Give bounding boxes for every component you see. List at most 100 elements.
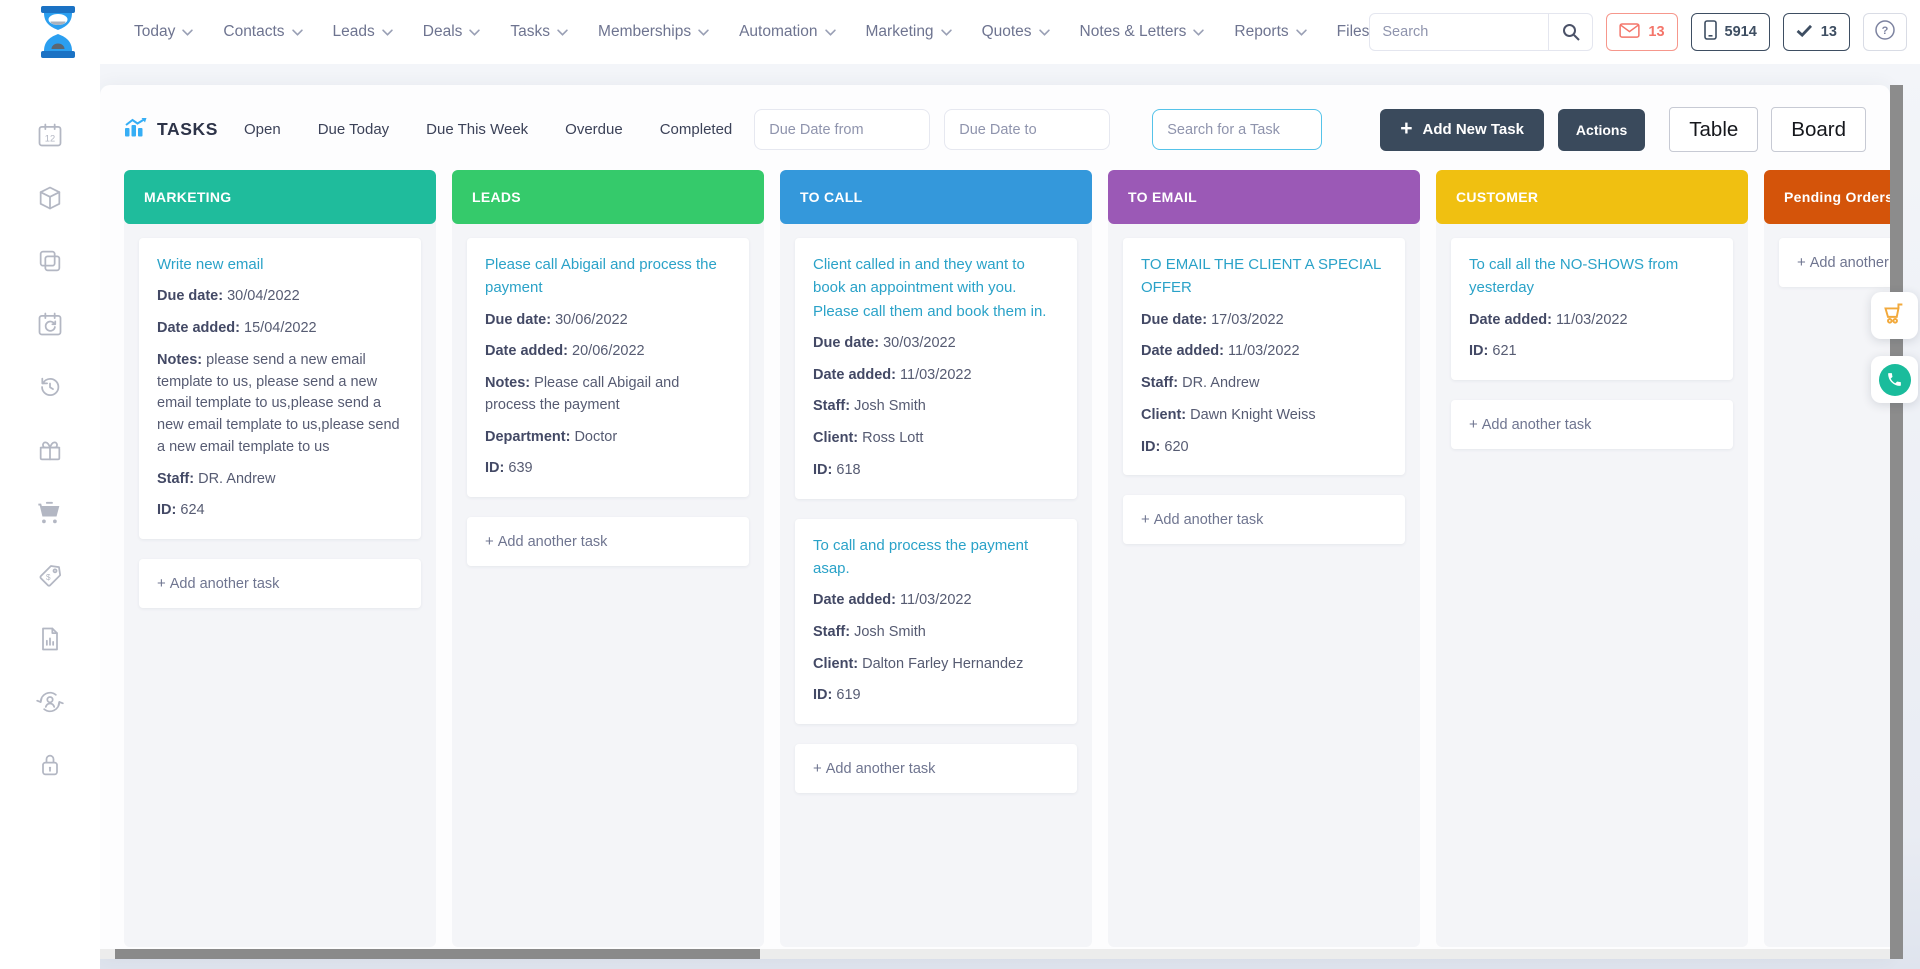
task-card[interactable]: To call and process the payment asap. Dat… [795, 519, 1077, 725]
calendar-refresh-icon[interactable] [35, 309, 65, 339]
calendar-12-icon[interactable]: 12 [35, 120, 65, 150]
task-field-notes: Notes: Please call Abigail and process t… [485, 373, 731, 417]
task-card[interactable]: Write new emailDue date: 30/04/2022Date … [139, 238, 421, 539]
board-view-button[interactable]: Board [1771, 107, 1866, 152]
nav-item-reports[interactable]: Reports [1234, 23, 1306, 41]
add-another-task-button[interactable]: +Add another task [1451, 400, 1733, 449]
task-field-date-added: Date added: 20/06/2022 [485, 341, 731, 363]
user-sync-icon[interactable] [35, 687, 65, 717]
task-title[interactable]: Please call Abigail and process the paym… [485, 253, 731, 300]
search-icon[interactable] [1548, 14, 1592, 50]
horizontal-scrollbar[interactable] [100, 949, 1890, 959]
nav-item-marketing[interactable]: Marketing [866, 23, 952, 41]
nav-item-leads[interactable]: Leads [333, 23, 393, 41]
task-card[interactable]: Please call Abigail and process the paym… [467, 238, 749, 497]
task-title[interactable]: TO EMAIL THE CLIENT A SPECIAL OFFER [1141, 253, 1387, 300]
add-another-task-button[interactable]: +Add another task [467, 517, 749, 566]
report-icon[interactable] [35, 624, 65, 654]
column-body: To call all the NO-SHOWS from yesterdayD… [1436, 224, 1748, 463]
task-field-date-added: Date added: 15/04/2022 [157, 318, 403, 340]
add-another-task-button[interactable]: +Add another task [795, 744, 1077, 793]
column-header[interactable]: Pending Orders [1764, 170, 1890, 224]
phone-icon [1879, 364, 1911, 396]
column-header[interactable]: LEADS [452, 170, 764, 224]
search-input[interactable] [1370, 24, 1548, 40]
horizontal-scrollbar-thumb[interactable] [115, 949, 760, 959]
field-value: 620 [1164, 439, 1188, 455]
history-icon[interactable] [35, 372, 65, 402]
nav-item-label: Leads [333, 23, 375, 41]
check-count: 13 [1821, 24, 1837, 40]
actions-button[interactable]: Actions [1558, 109, 1645, 151]
task-field-date-added: Date added: 11/03/2022 [813, 590, 1059, 612]
task-field-notes: Notes: please send a new email template … [157, 350, 403, 459]
field-value: 624 [180, 502, 204, 518]
package-icon[interactable] [35, 183, 65, 213]
task-title[interactable]: To call and process the payment asap. [813, 534, 1059, 581]
column-header[interactable]: TO CALL [780, 170, 1092, 224]
main-content: TASKS Open Due Today Due This Week Overdue C… [100, 64, 1920, 969]
nav-item-tasks[interactable]: Tasks [510, 23, 568, 41]
field-value: DR. Andrew [1182, 375, 1259, 391]
copy-icon[interactable] [35, 246, 65, 276]
phone-notifications-badge[interactable]: 5914 [1691, 13, 1770, 51]
filter-tab-due-today[interactable]: Due Today [318, 121, 389, 138]
check-icon [1796, 24, 1813, 41]
quick-call-button[interactable] [1871, 356, 1918, 403]
task-search-input[interactable] [1152, 109, 1322, 150]
price-tag-icon[interactable]: $ [35, 561, 65, 591]
plus-icon: + [813, 760, 822, 777]
question-icon: ? [1873, 18, 1897, 46]
field-label: Due date: [1141, 312, 1207, 328]
add-another-task-button[interactable]: +Add another task [1779, 238, 1890, 287]
add-another-task-button[interactable]: +Add another task [1123, 495, 1405, 544]
nav-item-notes-letters[interactable]: Notes & Letters [1080, 23, 1205, 41]
help-button[interactable]: ? [1863, 13, 1907, 51]
lock-icon[interactable] [35, 750, 65, 780]
field-value: 621 [1492, 343, 1516, 359]
nav-item-today[interactable]: Today [134, 23, 193, 41]
add-new-task-button[interactable]: + Add New Task [1380, 109, 1544, 151]
task-card[interactable]: To call all the NO-SHOWS from yesterdayD… [1451, 238, 1733, 380]
task-card[interactable]: Client called in and they want to book a… [795, 238, 1077, 499]
app-logo[interactable] [28, 5, 88, 59]
filter-tab-open[interactable]: Open [244, 121, 281, 138]
kanban-column-marketing: MARKETING Write new emailDue date: 30/04/… [124, 170, 436, 947]
field-label: Date added: [1141, 343, 1224, 359]
nav-item-quotes[interactable]: Quotes [982, 23, 1050, 41]
column-header[interactable]: MARKETING [124, 170, 436, 224]
vertical-scrollbar-thumb[interactable] [1890, 85, 1903, 959]
mail-count: 13 [1648, 24, 1664, 40]
mail-icon [1619, 23, 1640, 42]
filter-tab-overdue[interactable]: Overdue [565, 121, 623, 138]
chevron-down-icon [292, 29, 303, 36]
column-header[interactable]: CUSTOMER [1436, 170, 1748, 224]
quick-cart-button[interactable] [1871, 292, 1918, 339]
field-label: Staff: [157, 471, 194, 487]
task-title[interactable]: Write new email [157, 253, 403, 276]
vertical-scrollbar[interactable] [1890, 85, 1903, 959]
gift-icon[interactable] [35, 435, 65, 465]
filter-tab-due-this-week[interactable]: Due This Week [426, 121, 528, 138]
filter-tab-completed[interactable]: Completed [660, 121, 733, 138]
nav-item-deals[interactable]: Deals [423, 23, 481, 41]
add-another-task-button[interactable]: +Add another task [139, 559, 421, 608]
task-card[interactable]: TO EMAIL THE CLIENT A SPECIAL OFFER Due d… [1123, 238, 1405, 475]
due-date-to-input[interactable] [944, 109, 1110, 150]
task-field-client: Client: Dawn Knight Weiss [1141, 405, 1387, 427]
due-date-from-input[interactable] [754, 109, 930, 150]
tasks-title: TASKS [124, 117, 218, 142]
tasks-panel: TASKS Open Due Today Due This Week Overdue C… [100, 85, 1890, 959]
nav-item-contacts[interactable]: Contacts [223, 23, 302, 41]
task-title[interactable]: To call all the NO-SHOWS from yesterday [1469, 253, 1715, 300]
nav-item-automation[interactable]: Automation [739, 23, 835, 41]
cart-icon[interactable] [35, 498, 65, 528]
task-title[interactable]: Client called in and they want to book a… [813, 253, 1059, 323]
field-value: 11/03/2022 [1228, 343, 1300, 359]
column-header[interactable]: TO EMAIL [1108, 170, 1420, 224]
table-view-button[interactable]: Table [1669, 107, 1758, 152]
nav-item-memberships[interactable]: Memberships [598, 23, 709, 41]
completed-tasks-badge[interactable]: 13 [1783, 13, 1850, 51]
mail-notifications-badge[interactable]: 13 [1606, 13, 1677, 51]
nav-item-files[interactable]: Files [1337, 23, 1370, 41]
